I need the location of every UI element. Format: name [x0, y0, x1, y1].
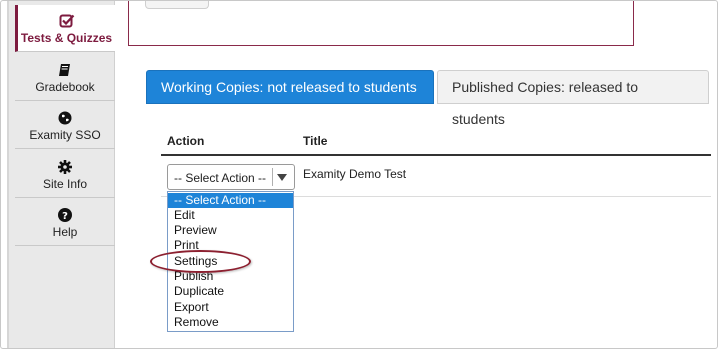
- action-select[interactable]: -- Select Action --: [167, 164, 295, 190]
- option-edit[interactable]: Edit: [168, 208, 293, 223]
- book-icon: [59, 64, 70, 76]
- sidebar-item-label: Examity SSO: [29, 128, 101, 142]
- sidebar-item-label: Tests & Quizzes: [20, 31, 113, 45]
- question-circle-icon: ?: [58, 208, 72, 222]
- svg-text:?: ?: [62, 211, 68, 222]
- sidebar-rule: [7, 1, 9, 348]
- window-frame: Tests & Quizzes Gradebook Examity SSO Si…: [0, 0, 718, 349]
- chevron-down-icon[interactable]: [277, 174, 287, 181]
- option-select-action[interactable]: -- Select Action --: [168, 193, 293, 208]
- option-export[interactable]: Export: [168, 300, 293, 315]
- gear-icon: [58, 160, 72, 174]
- column-header-title: Title: [303, 134, 328, 148]
- action-select-value: -- Select Action --: [174, 171, 267, 185]
- sidebar-item-gradebook[interactable]: Gradebook: [15, 54, 115, 101]
- sidebar-item-help[interactable]: ? Help: [15, 199, 115, 246]
- sidebar-item-examity-sso[interactable]: Examity SSO: [15, 102, 115, 149]
- top-panel: [128, 1, 634, 46]
- panel-button[interactable]: [145, 1, 209, 9]
- sidebar-item-label: Site Info: [42, 177, 88, 191]
- option-preview[interactable]: Preview: [168, 223, 293, 238]
- sidebar-item-label: Gradebook: [35, 80, 95, 94]
- tool-sidebar: Tests & Quizzes Gradebook Examity SSO Si…: [7, 1, 115, 348]
- select-separator: [272, 168, 273, 186]
- sidebar-item-label: Help: [52, 225, 78, 239]
- check-square-icon: [59, 14, 74, 28]
- header-divider: [161, 154, 711, 156]
- tab-published-strong: Published Copies:: [452, 79, 565, 95]
- settings-highlight-annotation: [150, 250, 251, 273]
- sidebar-item-tests-quizzes[interactable]: Tests & Quizzes: [15, 5, 115, 52]
- tab-published-copies[interactable]: Published Copies: released to students: [437, 70, 709, 127]
- tab-working-copies[interactable]: Working Copies: not released to students: [146, 70, 434, 104]
- column-header-action: Action: [167, 134, 205, 148]
- tab-working-strong: Working Copies:: [161, 79, 264, 95]
- sidebar-item-site-info[interactable]: Site Info: [15, 151, 115, 198]
- tab-working-rest: not released to students: [263, 79, 417, 95]
- globe-icon: [58, 111, 72, 125]
- option-duplicate[interactable]: Duplicate: [168, 284, 293, 299]
- table-row-title: Examity Demo Test: [303, 167, 407, 181]
- option-remove[interactable]: Remove: [168, 315, 293, 330]
